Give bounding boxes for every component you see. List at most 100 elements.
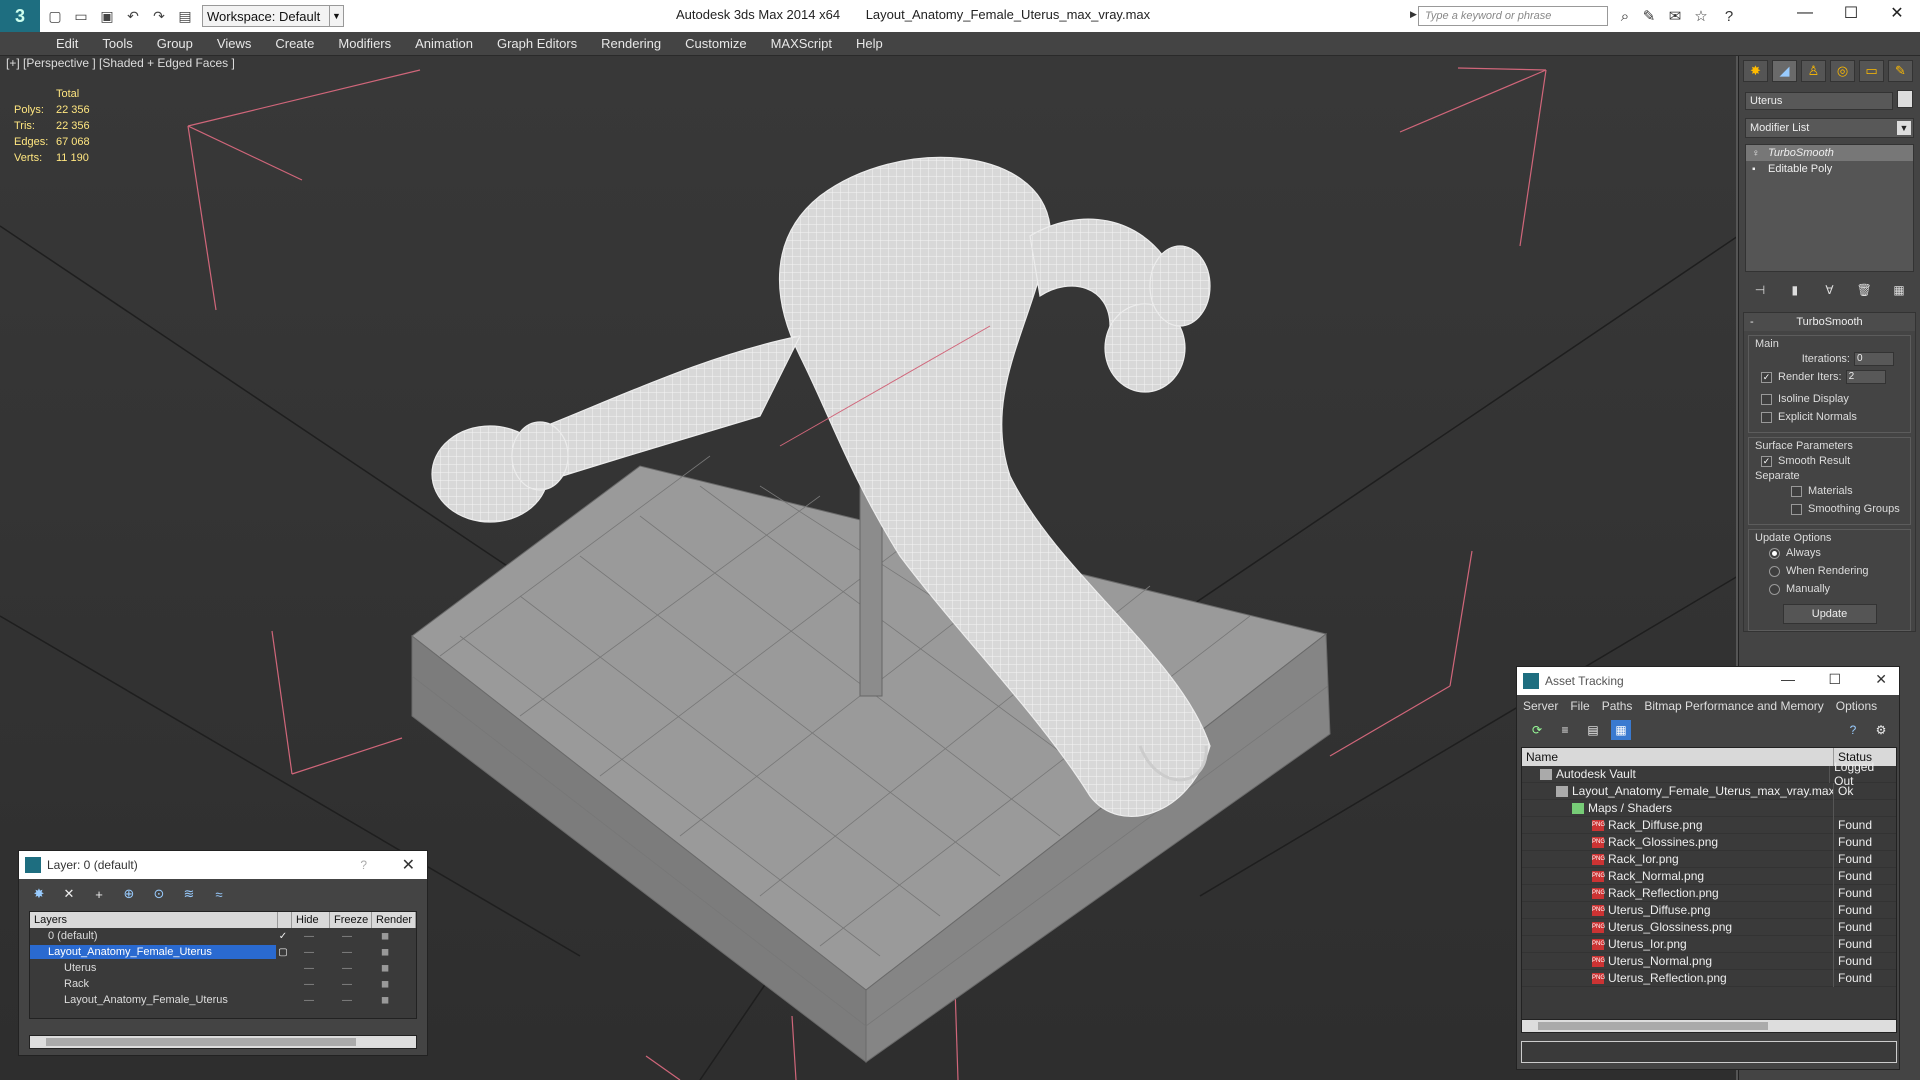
- hide-toggle[interactable]: —: [290, 931, 328, 942]
- menu-rendering[interactable]: Rendering: [601, 36, 661, 51]
- utilities-tab-icon[interactable]: ✎: [1888, 60, 1913, 82]
- asset-path-field[interactable]: [1521, 1041, 1897, 1063]
- undo-icon[interactable]: ↶: [122, 5, 144, 27]
- update-button[interactable]: Update: [1782, 604, 1877, 624]
- viewport-label[interactable]: [+] [Perspective ] [Shaded + Edged Faces…: [6, 56, 235, 70]
- object-color-swatch[interactable]: [1897, 90, 1913, 108]
- explicit-normals-checkbox[interactable]: [1761, 411, 1772, 423]
- communication-center-icon[interactable]: ✉: [1664, 5, 1686, 27]
- column-header[interactable]: Hide: [292, 912, 330, 928]
- menu-graph-editors[interactable]: Graph Editors: [497, 36, 577, 51]
- layer-row[interactable]: Layout_Anatomy_Female_Uterus — — ◼: [30, 992, 416, 1008]
- menu-edit[interactable]: Edit: [56, 36, 78, 51]
- hide-toggle[interactable]: —: [290, 979, 328, 990]
- materials-checkbox[interactable]: [1791, 485, 1802, 497]
- menu-customize[interactable]: Customize: [685, 36, 746, 51]
- asset-row[interactable]: PNG Uterus_Normal.png Found: [1522, 952, 1896, 970]
- render-toggle[interactable]: ◼: [366, 947, 404, 958]
- settings-icon[interactable]: ⚙: [1871, 720, 1891, 740]
- current-layer-box-icon[interactable]: ▢: [276, 947, 290, 958]
- render-toggle[interactable]: ◼: [366, 963, 404, 974]
- render-iters-checkbox[interactable]: ✓: [1761, 371, 1772, 383]
- add-to-layer-icon[interactable]: +: [89, 885, 109, 903]
- new-file-icon[interactable]: ▢: [44, 5, 66, 27]
- redo-icon[interactable]: ↷: [148, 5, 170, 27]
- menu-modifiers[interactable]: Modifiers: [338, 36, 391, 51]
- menu-bitmap-performance[interactable]: Bitmap Performance and Memory: [1644, 699, 1823, 713]
- thumbnail-view-icon[interactable]: ▤: [1583, 720, 1603, 740]
- always-radio[interactable]: [1769, 547, 1780, 559]
- horizontal-scrollbar[interactable]: [1521, 1019, 1897, 1033]
- close-icon[interactable]: ✕: [402, 855, 415, 875]
- menu-server[interactable]: Server: [1523, 699, 1558, 713]
- smoothing-groups-checkbox[interactable]: [1791, 503, 1802, 515]
- iterations-spinner[interactable]: 0: [1854, 352, 1894, 366]
- asset-row[interactable]: PNG Rack_Diffuse.png Found: [1522, 816, 1896, 834]
- freeze-toggle[interactable]: —: [328, 947, 366, 958]
- freeze-toggle[interactable]: —: [328, 979, 366, 990]
- menu-help[interactable]: Help: [856, 36, 883, 51]
- display-tab-icon[interactable]: ▭: [1859, 60, 1884, 82]
- maximize-button[interactable]: ☐: [1828, 671, 1841, 688]
- menu-views[interactable]: Views: [217, 36, 251, 51]
- workspace-dropdown[interactable]: Workspace: Default ▼: [202, 5, 344, 27]
- smooth-result-checkbox[interactable]: ✓: [1761, 455, 1772, 467]
- create-layer-icon[interactable]: ✸: [29, 885, 49, 903]
- help-icon[interactable]: ?: [1718, 5, 1740, 27]
- help-icon[interactable]: ?: [1843, 720, 1863, 740]
- list-view-icon[interactable]: ≡: [1555, 720, 1575, 740]
- close-button[interactable]: ✕: [1875, 671, 1887, 688]
- asset-row[interactable]: Autodesk Vault Logged Out: [1522, 760, 1896, 788]
- asset-row[interactable]: PNG Rack_Normal.png Found: [1522, 867, 1896, 885]
- favorites-star-icon[interactable]: ☆: [1690, 5, 1712, 27]
- remove-modifier-icon[interactable]: 🗑: [1853, 280, 1875, 300]
- pin-stack-icon[interactable]: ⊣: [1749, 280, 1771, 300]
- rollout-header[interactable]: - TurboSmooth: [1744, 313, 1915, 331]
- asset-row[interactable]: PNG Uterus_Diffuse.png Found: [1522, 901, 1896, 919]
- create-tab-icon[interactable]: ✸: [1743, 60, 1768, 82]
- maximize-button[interactable]: ☐: [1828, 0, 1874, 26]
- column-header[interactable]: Name: [1522, 748, 1834, 766]
- manually-radio[interactable]: [1769, 583, 1780, 595]
- asset-tracking-titlebar[interactable]: Asset Tracking — ☐ ✕: [1517, 667, 1899, 695]
- menu-maxscript[interactable]: MAXScript: [771, 36, 832, 51]
- search-expand-icon[interactable]: ▶: [1410, 9, 1417, 20]
- asset-row[interactable]: PNG Rack_Ior.png Found: [1522, 850, 1896, 868]
- asset-row[interactable]: Layout_Anatomy_Female_Uterus_max_vray.ma…: [1522, 782, 1896, 800]
- hide-toggle[interactable]: —: [290, 995, 328, 1006]
- hide-toggle[interactable]: —: [290, 947, 328, 958]
- scrollbar-thumb[interactable]: [1538, 1022, 1768, 1030]
- render-iters-spinner[interactable]: 2: [1845, 370, 1886, 384]
- lightbulb-icon[interactable]: ♀: [1752, 148, 1760, 159]
- freeze-toggle[interactable]: —: [328, 931, 366, 942]
- close-button[interactable]: ✕: [1874, 0, 1920, 26]
- menu-options[interactable]: Options: [1836, 699, 1877, 713]
- minimize-button[interactable]: —: [1781, 671, 1795, 687]
- horizontal-scrollbar[interactable]: [29, 1035, 417, 1049]
- app-logo-icon[interactable]: 3: [0, 0, 40, 32]
- column-header[interactable]: Layers: [30, 912, 278, 928]
- show-end-result-icon[interactable]: ▮: [1784, 280, 1806, 300]
- menu-animation[interactable]: Animation: [415, 36, 473, 51]
- save-icon[interactable]: ▣: [96, 5, 118, 27]
- render-toggle[interactable]: ◼: [366, 931, 404, 942]
- asset-row[interactable]: PNG Uterus_Ior.png Found: [1522, 935, 1896, 953]
- menu-file[interactable]: File: [1570, 699, 1589, 713]
- layer-window-titlebar[interactable]: Layer: 0 (default) ? ✕: [19, 851, 427, 879]
- menu-create[interactable]: Create: [275, 36, 314, 51]
- asset-row[interactable]: PNG Uterus_Glossiness.png Found: [1522, 918, 1896, 936]
- layer-row[interactable]: Rack — — ◼: [30, 976, 416, 992]
- render-toggle[interactable]: ◼: [366, 979, 404, 990]
- freeze-all-icon[interactable]: ≈: [209, 885, 229, 903]
- freeze-toggle[interactable]: —: [328, 995, 366, 1006]
- make-unique-icon[interactable]: ∀: [1819, 280, 1841, 300]
- help-icon[interactable]: ?: [360, 858, 367, 872]
- menu-group[interactable]: Group: [157, 36, 193, 51]
- motion-tab-icon[interactable]: ◎: [1830, 60, 1855, 82]
- stack-item-turbosmooth[interactable]: ♀ TurboSmooth: [1746, 145, 1913, 161]
- select-objects-icon[interactable]: ⊕: [119, 885, 139, 903]
- modify-tab-icon[interactable]: ◢: [1772, 60, 1797, 82]
- asset-row[interactable]: PNG Rack_Reflection.png Found: [1522, 884, 1896, 902]
- stack-item-editable-poly[interactable]: ▪ Editable Poly: [1746, 161, 1913, 177]
- expand-icon[interactable]: ▪: [1752, 164, 1756, 175]
